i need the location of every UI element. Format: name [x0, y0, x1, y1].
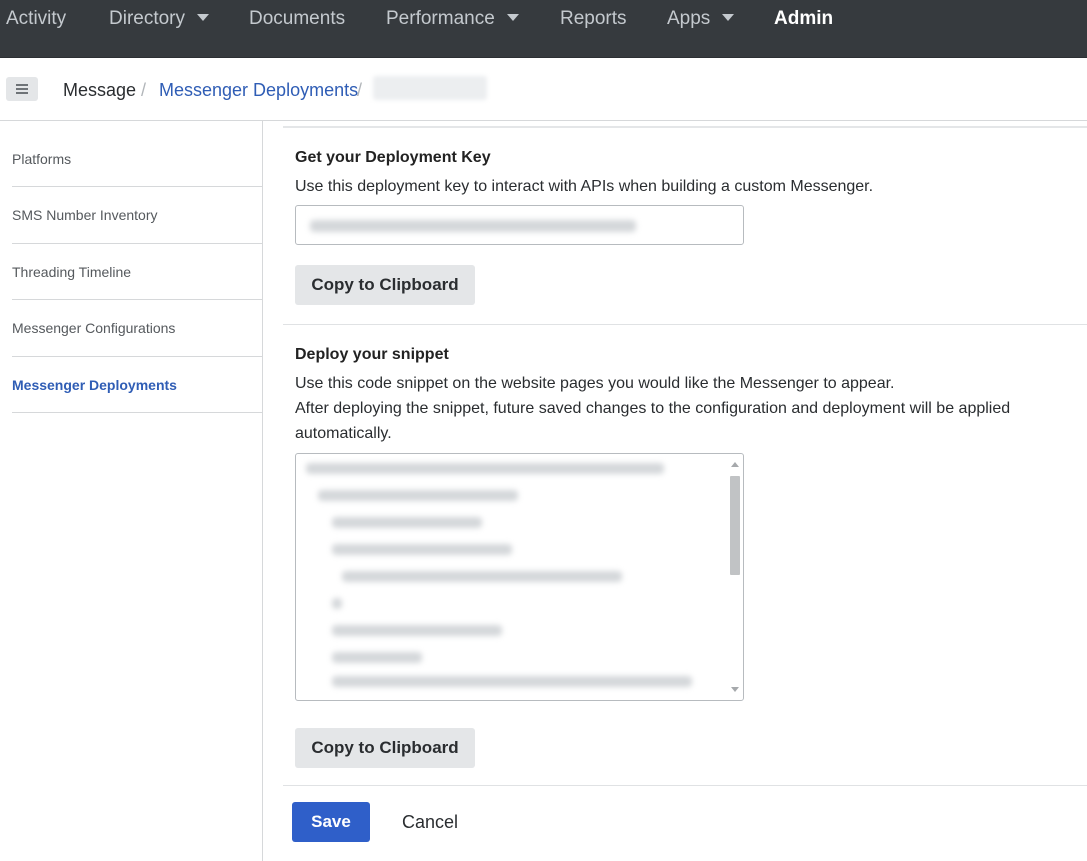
sidebar-item-threading-timeline[interactable]: Threading Timeline: [12, 244, 262, 300]
nav-reports-label: Reports: [560, 8, 627, 29]
nav-performance[interactable]: Performance: [386, 6, 519, 32]
redacted-key-value: [310, 220, 636, 232]
sidebar-item-label: SMS Number Inventory: [12, 207, 158, 223]
section-divider: [283, 324, 1087, 325]
sidebar-item-label: Messenger Configurations: [12, 320, 176, 336]
main-content: Get your Deployment Key Use this deploym…: [263, 121, 1087, 861]
breadcrumb: Message / Messenger Deployments /: [0, 58, 1087, 121]
redacted-code-line: [332, 544, 512, 555]
nav-apps[interactable]: Apps: [667, 6, 735, 32]
snippet-description-line-1: Use this code snippet on the website pag…: [295, 375, 895, 392]
breadcrumb-separator: /: [141, 80, 147, 100]
sidebar-item-label: Threading Timeline: [12, 264, 132, 280]
deployment-key-heading: Get your Deployment Key: [295, 149, 491, 166]
cancel-button[interactable]: Cancel: [390, 802, 470, 842]
scroll-shadow: [283, 126, 1087, 128]
chevron-down-icon: [197, 14, 210, 21]
redacted-code-line: [332, 598, 342, 609]
sidebar-item-platforms[interactable]: Platforms: [12, 131, 262, 187]
sidebar-item-sms-number-inventory[interactable]: SMS Number Inventory: [12, 187, 262, 243]
chevron-down-icon: [722, 14, 735, 21]
sidebar-item-label: Platforms: [12, 151, 72, 167]
redacted-code-line: [332, 517, 482, 528]
scroll-down-icon[interactable]: [731, 687, 739, 692]
nav-admin-label: Admin: [774, 8, 834, 29]
sidebar-divider: [12, 412, 262, 413]
breadcrumb-current-redacted: [373, 76, 487, 100]
nav-performance-label: Performance: [386, 8, 495, 29]
breadcrumb-messenger-deployments[interactable]: Messenger Deployments: [159, 78, 358, 102]
redacted-code-line: [332, 625, 502, 636]
snippet-heading: Deploy your snippet: [295, 346, 449, 363]
nav-admin[interactable]: Admin: [774, 6, 833, 32]
deployment-key-description: Use this deployment key to interact with…: [295, 178, 874, 195]
nav-directory-label: Directory: [109, 8, 186, 29]
copy-snippet-button[interactable]: Copy to Clipboard: [295, 728, 475, 768]
breadcrumb-separator: /: [357, 80, 363, 100]
hamburger-icon[interactable]: [6, 77, 38, 101]
nav-documents-label: Documents: [249, 8, 346, 29]
redacted-code-line: [306, 463, 664, 474]
save-button[interactable]: Save: [292, 802, 370, 842]
nav-documents[interactable]: Documents: [249, 6, 345, 32]
redacted-code-line: [342, 571, 622, 582]
nav-activity[interactable]: Activity: [6, 6, 66, 32]
copy-key-button[interactable]: Copy to Clipboard: [295, 265, 475, 305]
sidebar: Platforms SMS Number Inventory Threading…: [0, 121, 263, 861]
nav-reports[interactable]: Reports: [560, 6, 627, 32]
breadcrumb-message: Message: [63, 80, 137, 100]
snippet-scrollbar[interactable]: [727, 456, 741, 698]
sidebar-item-messenger-configurations[interactable]: Messenger Configurations: [12, 300, 262, 356]
snippet-description: Use this code snippet on the website pag…: [295, 371, 1085, 446]
nav-apps-label: Apps: [667, 8, 711, 29]
deployment-key-field[interactable]: [295, 205, 744, 245]
redacted-code-line: [318, 490, 518, 501]
redacted-code-line: [332, 676, 692, 687]
nav-activity-label: Activity: [6, 8, 67, 29]
snippet-code-area[interactable]: [295, 453, 744, 701]
chevron-down-icon: [506, 14, 519, 21]
footer-divider: [283, 785, 1087, 786]
sidebar-item-label: Messenger Deployments: [12, 377, 177, 393]
top-navigation: Activity Directory Documents Performance…: [0, 0, 1087, 58]
redacted-code-line: [332, 652, 422, 663]
scrollbar-thumb[interactable]: [730, 476, 740, 575]
snippet-description-line-2: After deploying the snippet, future save…: [295, 400, 1011, 442]
nav-directory[interactable]: Directory: [109, 6, 210, 32]
sidebar-item-messenger-deployments[interactable]: Messenger Deployments: [12, 357, 262, 413]
scroll-up-icon[interactable]: [731, 462, 739, 467]
